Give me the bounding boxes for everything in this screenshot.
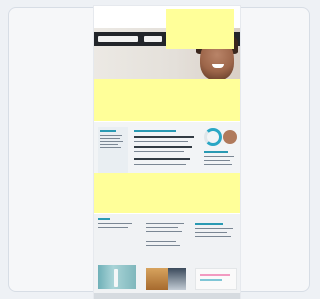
footer-col1-text-line [98,223,132,224]
product-image [98,265,136,289]
widget-text-line [204,164,232,165]
widget-heading-line [204,151,228,153]
sidebar-text-line [100,144,118,145]
article-text-line [134,164,186,165]
article-text-line [134,158,190,160]
footer-col1-text-line [98,227,128,228]
sidebar-heading-line [100,130,116,132]
footer-col2-text-line [146,231,182,232]
location-input[interactable] [144,36,162,42]
article-text-line [134,151,184,152]
sidebar-text-line [100,147,121,148]
search-input[interactable] [98,36,138,42]
sidebar-text-line [100,141,123,142]
promo-line [200,274,230,276]
footer-col3-text-line [195,232,227,233]
article-image [146,268,168,290]
profile-avatar [223,130,237,144]
progress-gauge [204,128,222,146]
footer-col2-text-line [146,245,180,246]
footer-col3-text-line [195,236,231,237]
bottle-shape [114,269,118,287]
page-thumbnail[interactable] [94,6,240,299]
footer-col2-text-line [146,227,178,228]
promo-line [200,279,222,281]
redacted-block-top [166,9,234,49]
footer-col2-text-line [146,241,176,242]
sidebar-box [98,127,128,173]
sidebar-text-line [100,138,120,139]
sidebar-text-line [100,135,122,136]
article-heading-line [134,130,176,132]
footer-col3-text-line [195,228,233,229]
redacted-block-middle [94,79,240,121]
promo-banner [195,268,237,290]
footer-col1-heading-line [98,218,110,220]
footer-col2-text-line [146,223,184,224]
widget-text-line [204,156,234,157]
article-text-line [134,141,188,142]
redacted-block-lower [94,173,240,213]
page-bottom-bar [94,293,240,299]
widget-text-line [204,160,230,161]
footer-col3-heading-line [195,223,223,225]
article-image [168,268,186,290]
article-text-line [134,146,192,148]
article-text-line [134,136,194,138]
